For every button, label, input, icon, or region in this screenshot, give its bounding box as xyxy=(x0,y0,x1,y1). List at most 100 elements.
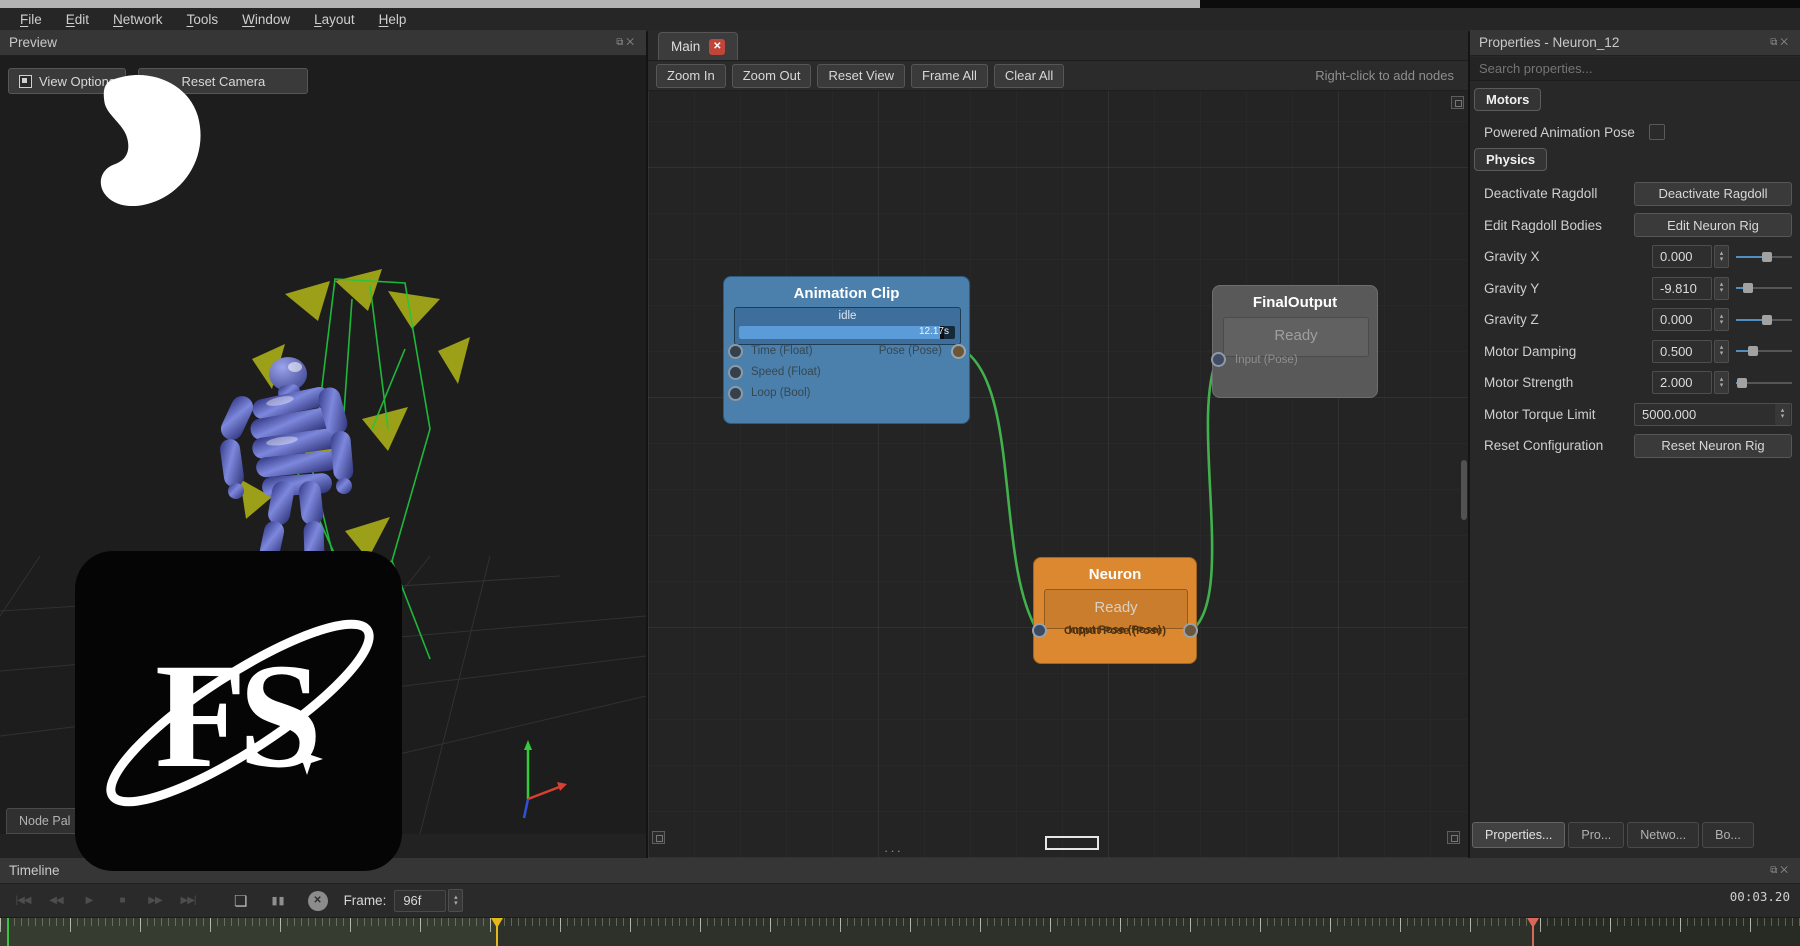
menu-tools[interactable]: Tools xyxy=(177,10,229,29)
close-icon[interactable]: ✕ xyxy=(1780,37,1791,48)
zoom-in-button[interactable]: Zoom In xyxy=(656,64,726,88)
value-field[interactable]: 5000.000▴▾ xyxy=(1634,403,1792,426)
float-icon[interactable]: ⧉ xyxy=(1770,865,1780,876)
node-neuron[interactable]: Neuron Ready Input Pose (Pose) Output Po… xyxy=(1033,557,1197,664)
bottom-tab-properties[interactable]: Properties... xyxy=(1472,822,1565,848)
stop-icon[interactable]: ■ xyxy=(109,895,135,906)
properties-search-input[interactable] xyxy=(1470,57,1800,81)
clip-info-box: idle 12.17s xyxy=(734,307,961,345)
bottom-tab-bo[interactable]: Bo... xyxy=(1702,822,1754,848)
input-port-label: Time (Float) xyxy=(751,345,813,357)
canvas-nav-bottom-right[interactable] xyxy=(1447,831,1460,844)
rewind-icon[interactable]: ◀◀ xyxy=(43,895,69,906)
frame-value-input[interactable]: 96f xyxy=(394,890,446,912)
fast-forward-icon[interactable]: ▶▶ xyxy=(142,895,168,906)
tab-main[interactable]: Main ✕ xyxy=(658,32,738,60)
close-icon[interactable]: ✕ xyxy=(626,37,637,48)
skip-start-icon[interactable]: |◀◀ xyxy=(10,895,36,906)
layers-icon[interactable]: ❏ xyxy=(234,892,247,910)
value-field[interactable]: 2.000 xyxy=(1652,371,1712,394)
horizontal-scrollbar[interactable] xyxy=(1045,836,1099,850)
reset-view-button[interactable]: Reset View xyxy=(817,64,905,88)
value-slider[interactable] xyxy=(1736,346,1792,356)
input-port-label: Speed (Float) xyxy=(751,366,821,378)
tab-close-icon[interactable]: ✕ xyxy=(709,39,725,55)
output-port-pose[interactable] xyxy=(951,344,966,359)
node-title: FinalOutput xyxy=(1213,286,1377,311)
property-row-motor-damping: Motor Damping0.500▴▾ xyxy=(1470,336,1800,368)
value-field[interactable]: 0.500 xyxy=(1652,340,1712,363)
property-row-gravity-y: Gravity Y-9.810▴▾ xyxy=(1470,273,1800,305)
output-port-label: Output Pose (Pose) xyxy=(1034,625,1196,637)
timeline-ruler[interactable] xyxy=(0,917,1800,946)
value-field[interactable]: 0.000 xyxy=(1652,308,1712,331)
input-port-speed[interactable] xyxy=(728,365,743,380)
value-stepper[interactable]: ▴▾ xyxy=(1775,404,1790,425)
splitter-handle[interactable]: ··· xyxy=(884,843,903,858)
reset-neuron-rig-button[interactable]: Reset Neuron Rig xyxy=(1634,434,1792,458)
value-slider[interactable] xyxy=(1736,315,1792,325)
menu-help[interactable]: Help xyxy=(369,10,417,29)
node-editor-tabbar: Main ✕ xyxy=(648,30,1468,61)
powered-animation-pose-checkbox[interactable] xyxy=(1649,124,1665,140)
value-stepper[interactable]: ▴▾ xyxy=(1714,245,1729,268)
edit-neuron-rig-button[interactable]: Edit Neuron Rig xyxy=(1634,213,1792,237)
property-label: Gravity Z xyxy=(1484,312,1652,327)
bottom-tab-netwo[interactable]: Netwo... xyxy=(1627,822,1699,848)
frame-stepper[interactable]: ▴▾ xyxy=(448,889,463,912)
float-icon[interactable]: ⧉ xyxy=(616,37,626,48)
float-icon[interactable]: ⧉ xyxy=(1770,37,1780,48)
node-final-output[interactable]: FinalOutput Ready Input (Pose) xyxy=(1212,285,1378,398)
skip-end-icon[interactable]: ▶▶| xyxy=(175,895,201,906)
window-title-strip-dark xyxy=(1200,0,1800,8)
properties-bottom-tabs: Properties...Pro...Netwo...Bo... xyxy=(1472,822,1754,848)
range-start-marker[interactable] xyxy=(7,918,9,946)
value-slider[interactable] xyxy=(1736,378,1792,388)
input-port-loop[interactable] xyxy=(728,386,743,401)
node-canvas[interactable]: Animation Clip idle 12.17s Time (Float)S… xyxy=(648,91,1468,858)
property-row-gravity-x: Gravity X0.000▴▾ xyxy=(1470,241,1800,273)
fs-logo-watermark: FS xyxy=(75,551,402,871)
value-field[interactable]: 0.000 xyxy=(1652,245,1712,268)
property-row-deactivate-ragdoll: Deactivate RagdollDeactivate Ragdoll xyxy=(1470,178,1800,210)
group-motors[interactable]: Motors xyxy=(1474,88,1541,111)
value-stepper[interactable]: ▴▾ xyxy=(1714,340,1729,363)
pause-icon[interactable]: ▮▮ xyxy=(271,894,285,907)
menu-edit[interactable]: Edit xyxy=(56,10,99,29)
zoom-out-button[interactable]: Zoom Out xyxy=(732,64,812,88)
properties-panel-title: Properties - Neuron_12 xyxy=(1479,35,1619,50)
value-stepper[interactable]: ▴▾ xyxy=(1714,371,1729,394)
play-icon[interactable]: ▶ xyxy=(76,895,102,906)
final-status: Ready xyxy=(1224,327,1368,344)
node-editor-toolbar: Zoom InZoom OutReset ViewFrame AllClear … xyxy=(648,61,1468,91)
menu-network[interactable]: Network xyxy=(103,10,173,29)
vertical-scrollbar[interactable] xyxy=(1461,460,1467,520)
value-field[interactable]: -9.810 xyxy=(1652,277,1712,300)
bottom-tab-pro[interactable]: Pro... xyxy=(1568,822,1624,848)
frame-all-button[interactable]: Frame All xyxy=(911,64,988,88)
property-row-reset-configuration: Reset ConfigurationReset Neuron Rig xyxy=(1470,430,1800,462)
input-port-pose[interactable] xyxy=(1211,352,1226,367)
value-stepper[interactable]: ▴▾ xyxy=(1714,308,1729,331)
clip-progress-fill xyxy=(739,326,944,339)
input-port-label: Input (Pose) xyxy=(1235,354,1298,366)
menu-file[interactable]: File xyxy=(10,10,52,29)
canvas-nav-bottom-left[interactable] xyxy=(652,831,665,844)
timeline-panel: Timeline ⧉✕ |◀◀◀◀▶■▶▶▶▶| ❏ ▮▮ ✕ Frame: 9… xyxy=(0,858,1800,945)
input-port-time[interactable] xyxy=(728,344,743,359)
close-icon[interactable]: ✕ xyxy=(1780,865,1791,876)
canvas-nav-top-right[interactable] xyxy=(1451,96,1464,109)
value-slider[interactable] xyxy=(1736,252,1792,262)
menu-window[interactable]: Window xyxy=(232,10,300,29)
clear-all-button[interactable]: Clear All xyxy=(994,64,1064,88)
property-label: Motor Strength xyxy=(1484,375,1652,390)
value-slider[interactable] xyxy=(1736,283,1792,293)
character-figure xyxy=(217,357,354,571)
cancel-icon[interactable]: ✕ xyxy=(308,891,328,911)
menu-layout[interactable]: Layout xyxy=(304,10,365,29)
node-animation-clip[interactable]: Animation Clip idle 12.17s Time (Float)S… xyxy=(723,276,970,424)
value-stepper[interactable]: ▴▾ xyxy=(1714,277,1729,300)
timeline-transport: |◀◀◀◀▶■▶▶▶▶| ❏ ▮▮ ✕ Frame: 96f ▴▾ 00:03.… xyxy=(0,884,1800,917)
deactivate-ragdoll-button[interactable]: Deactivate Ragdoll xyxy=(1634,182,1792,206)
group-physics[interactable]: Physics xyxy=(1474,148,1547,171)
